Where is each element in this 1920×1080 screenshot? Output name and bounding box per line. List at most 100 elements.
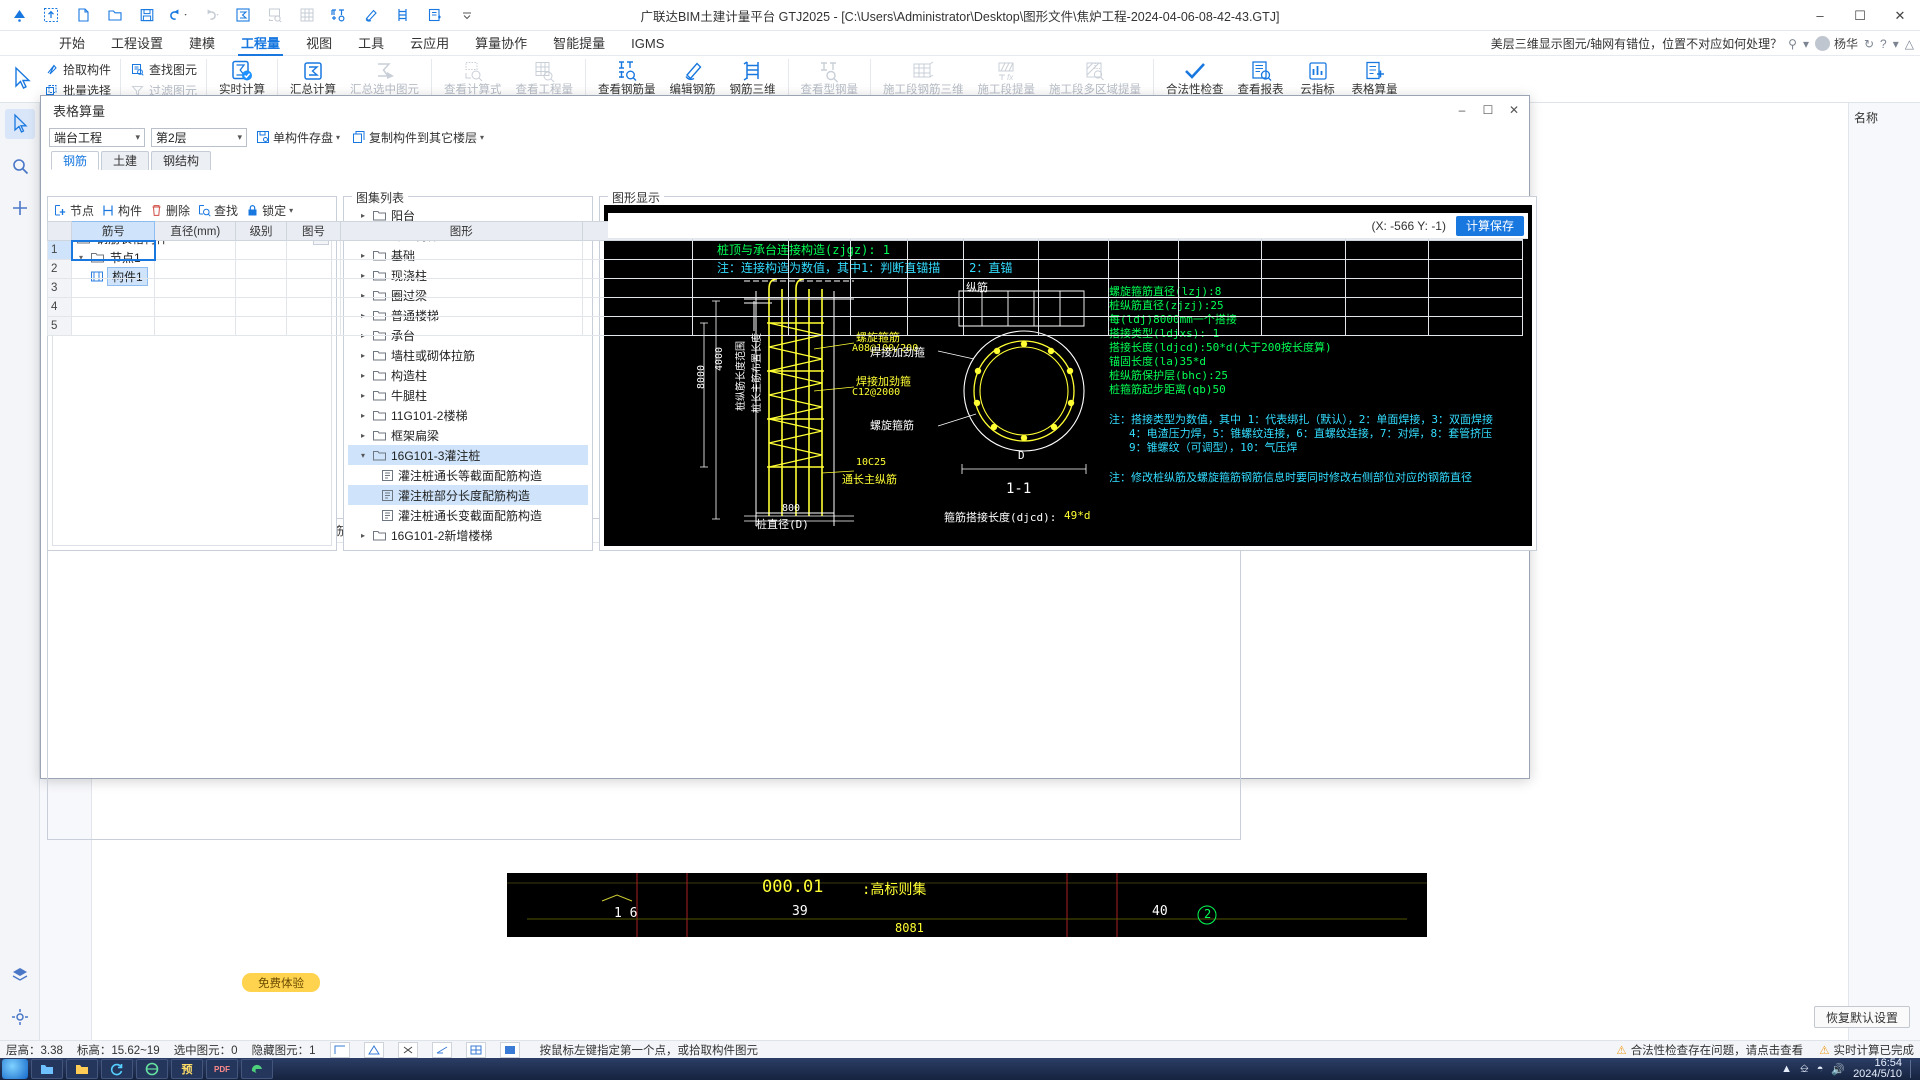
- undo-icon[interactable]: [164, 2, 194, 29]
- rebar-search-icon[interactable]: [324, 2, 354, 29]
- rebar-cell[interactable]: [1108, 259, 1179, 279]
- rebar-cell[interactable]: [235, 259, 288, 279]
- rebar-cell[interactable]: [1108, 240, 1179, 260]
- rebar-cell[interactable]: [286, 316, 341, 336]
- tray-network-icon[interactable]: ◓: [1817, 1063, 1824, 1075]
- rebar-cell[interactable]: [1108, 278, 1179, 298]
- rebar-cell[interactable]: [1177, 297, 1263, 317]
- open-folder-icon[interactable]: [100, 2, 130, 29]
- polar-toggle-button[interactable]: [363, 1041, 384, 1058]
- rebar-cell[interactable]: [286, 297, 341, 317]
- rebar-header-3[interactable]: 图号: [286, 221, 341, 241]
- rebar-cell[interactable]: [1427, 240, 1523, 260]
- rebar-cell[interactable]: [339, 316, 583, 336]
- rebar-cell[interactable]: [963, 240, 1040, 260]
- taskbar-item-gtj[interactable]: 预: [171, 1059, 203, 1079]
- select-tool-icon[interactable]: [4, 109, 35, 139]
- rebar-cell[interactable]: [691, 259, 790, 279]
- search-icon[interactable]: ⚲: [1788, 37, 1797, 51]
- menu-item-project-settings[interactable]: 工程设置: [98, 31, 176, 56]
- rebar-cell[interactable]: [1177, 278, 1263, 298]
- rebar-cell[interactable]: [1038, 240, 1110, 260]
- menu-item-modeling[interactable]: 建模: [176, 31, 228, 56]
- rebar-3d-icon[interactable]: [388, 2, 418, 29]
- rebar-cell[interactable]: [906, 316, 965, 336]
- status-legality-warning[interactable]: 合法性检查存在问题，请点击查看: [1631, 1042, 1804, 1058]
- rebar-cell[interactable]: [691, 278, 790, 298]
- show-desktop-button[interactable]: [1910, 1060, 1916, 1078]
- rebar-cell[interactable]: [1261, 259, 1346, 279]
- rebar-cell[interactable]: [286, 240, 341, 260]
- rebar-header-4[interactable]: 图形: [339, 221, 583, 241]
- rebar-cell[interactable]: [71, 259, 156, 279]
- tray-keyboard-icon[interactable]: ⎒: [1800, 1063, 1809, 1076]
- rebar-cell[interactable]: [581, 240, 693, 260]
- rebar-cell[interactable]: [1344, 316, 1429, 336]
- taskbar-item-pdf[interactable]: PDF: [206, 1059, 238, 1079]
- delete-component-button[interactable]: 删除: [150, 202, 190, 219]
- rebar-cell[interactable]: [1038, 259, 1110, 279]
- rebar-cell[interactable]: [1427, 259, 1523, 279]
- rebar-cell[interactable]: [788, 297, 852, 317]
- rebar-cell[interactable]: [963, 278, 1040, 298]
- rebar-header-2[interactable]: 级别: [235, 221, 288, 241]
- free-trial-badge[interactable]: 免费体验: [242, 973, 320, 992]
- rebar-cell[interactable]: [286, 278, 341, 298]
- rebar-cell[interactable]: [850, 278, 908, 298]
- help-icon[interactable]: ?: [1880, 37, 1887, 51]
- display-toggle-button[interactable]: [499, 1041, 520, 1058]
- rebar-cell[interactable]: [1177, 259, 1263, 279]
- rebar-cell[interactable]: [850, 259, 908, 279]
- menu-item-tools[interactable]: 工具: [345, 31, 397, 56]
- dialog-maximize-button[interactable]: ☐: [1475, 96, 1501, 124]
- sum-icon[interactable]: [228, 2, 258, 29]
- rebar-cell[interactable]: [691, 240, 790, 260]
- rebar-cell[interactable]: [1344, 259, 1429, 279]
- menu-item-cloud[interactable]: 云应用: [397, 31, 462, 56]
- rebar-cell[interactable]: [339, 240, 583, 260]
- table-row[interactable]: 2: [47, 259, 1523, 279]
- rebar-cell[interactable]: [1427, 316, 1523, 336]
- logo-icon[interactable]: [4, 2, 34, 29]
- chevron-down-icon[interactable]: ▾: [1803, 37, 1809, 51]
- add-component-button[interactable]: 构件: [102, 202, 142, 219]
- rebar-cell[interactable]: [286, 259, 341, 279]
- table-row[interactable]: 3: [47, 278, 1523, 298]
- upload-icon[interactable]: [36, 2, 66, 29]
- chevron-down-2-icon[interactable]: ▾: [1893, 37, 1899, 51]
- rebar-cell[interactable]: [691, 297, 790, 317]
- rebar-cell[interactable]: [235, 240, 288, 260]
- project-combo[interactable]: 端台工程 ▾: [49, 127, 145, 147]
- menu-item-smart-quantity[interactable]: 智能提量: [540, 31, 618, 56]
- rebar-cell[interactable]: [154, 259, 237, 279]
- taskbar-item-edge[interactable]: [241, 1059, 273, 1079]
- rebar-cell[interactable]: [1344, 297, 1429, 317]
- tab-steel-structure[interactable]: 钢结构: [151, 151, 212, 170]
- sync-icon[interactable]: ↻: [1864, 37, 1874, 51]
- rebar-cell[interactable]: [850, 316, 908, 336]
- menu-item-igms[interactable]: IGMS: [618, 31, 677, 56]
- grid-icon[interactable]: [292, 2, 322, 29]
- help-hint-text[interactable]: 美层三维显示图元/轴网有错位，位置不对应如何处理？: [1491, 35, 1782, 52]
- rebar-cell[interactable]: [963, 259, 1040, 279]
- edit-rebar-icon[interactable]: [356, 2, 386, 29]
- menu-item-quantity[interactable]: 工程量: [228, 31, 293, 56]
- rebar-cell[interactable]: [788, 278, 852, 298]
- calc-save-button[interactable]: 计算保存: [1455, 215, 1524, 236]
- floor-combo[interactable]: 第2层 ▾: [151, 127, 247, 147]
- table-calc-icon[interactable]: [420, 2, 450, 29]
- dialog-minimize-button[interactable]: –: [1449, 96, 1475, 124]
- rebar-cell[interactable]: [71, 278, 156, 298]
- rebar-header-1[interactable]: 直径(mm): [154, 221, 237, 241]
- rebar-cell[interactable]: [70, 239, 156, 261]
- rebar-cell[interactable]: [154, 297, 237, 317]
- menu-item-view[interactable]: 视图: [293, 31, 345, 56]
- rebar-cell[interactable]: [1038, 278, 1110, 298]
- rebar-cell[interactable]: [339, 297, 583, 317]
- rebar-cell[interactable]: [1261, 297, 1346, 317]
- table-row[interactable]: 4: [47, 297, 1523, 317]
- rebar-cell[interactable]: [906, 240, 965, 260]
- angle-toggle-button[interactable]: [431, 1041, 452, 1058]
- save-icon[interactable]: [132, 2, 162, 29]
- pan-icon[interactable]: [5, 193, 35, 223]
